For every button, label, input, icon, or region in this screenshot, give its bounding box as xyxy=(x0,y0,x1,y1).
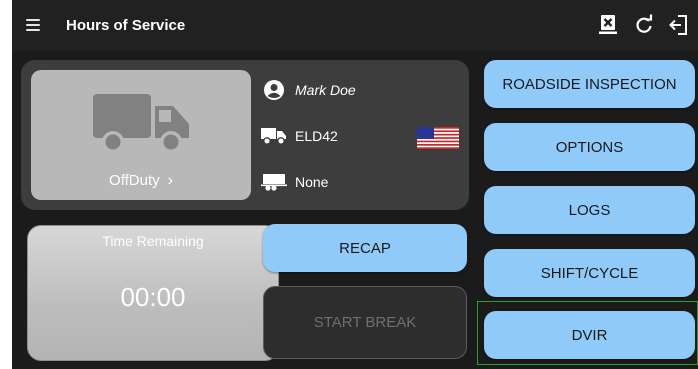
status-panel: OffDuty › Mark Doe ELD42 None xyxy=(21,60,469,210)
app-bar: Hours of Service xyxy=(12,0,698,51)
vehicle-row: ELD42 xyxy=(261,126,338,146)
duty-status-label: OffDuty › xyxy=(31,172,251,190)
shift-cycle-button[interactable]: SHIFT/CYCLE xyxy=(484,249,695,297)
start-break-button[interactable]: START BREAK xyxy=(263,286,467,359)
dvir-button[interactable]: DVIR xyxy=(484,311,695,359)
us-flag-icon xyxy=(417,127,459,149)
trailer-icon xyxy=(261,172,287,192)
options-button[interactable]: OPTIONS xyxy=(484,123,695,171)
app-window: Hours of Service OffDuty › Mark Doe ELD4… xyxy=(12,0,698,369)
time-remaining-label: Time Remaining xyxy=(102,233,204,249)
inspection-report-icon[interactable] xyxy=(598,14,618,36)
vehicle-id: ELD42 xyxy=(295,128,338,144)
logout-icon[interactable] xyxy=(669,14,689,36)
trailer-id: None xyxy=(295,174,329,190)
menu-icon[interactable] xyxy=(26,19,40,31)
refresh-icon[interactable] xyxy=(634,14,654,36)
duty-status-text: OffDuty xyxy=(109,172,160,189)
time-remaining-panel: Time Remaining 00:00 xyxy=(27,225,279,361)
logs-button[interactable]: LOGS xyxy=(484,186,695,234)
vehicle-truck-icon xyxy=(261,126,287,146)
truck-icon xyxy=(93,94,189,153)
page-title: Hours of Service xyxy=(66,17,186,34)
driver-row: Mark Doe xyxy=(261,80,356,100)
recap-button[interactable]: RECAP xyxy=(263,224,467,272)
account-circle-icon xyxy=(261,80,287,100)
trailer-row: None xyxy=(261,172,328,192)
duty-status-button[interactable]: OffDuty › xyxy=(31,70,251,200)
driver-name: Mark Doe xyxy=(295,82,356,98)
roadside-inspection-button[interactable]: ROADSIDE INSPECTION xyxy=(484,60,695,108)
time-remaining-value: 00:00 xyxy=(120,282,186,312)
chevron-right-icon: › xyxy=(167,172,173,189)
